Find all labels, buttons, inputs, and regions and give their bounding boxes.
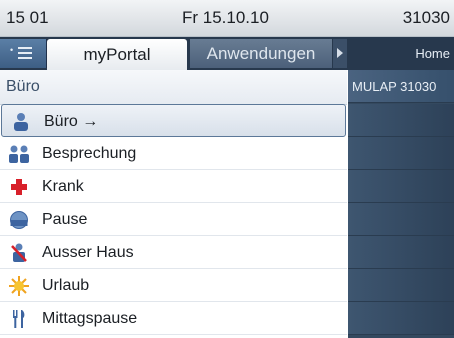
status-extension: 15 01: [6, 8, 49, 27]
menu-item-label: Mittagspause: [42, 310, 138, 327]
menu-item-mittagspause[interactable]: Mittagspause: [0, 302, 347, 335]
menu-item-krank[interactable]: Krank: [0, 170, 347, 203]
menu-item-label: Pause: [42, 211, 88, 228]
tab-anwendungen[interactable]: Anwendungen: [190, 39, 332, 68]
vacation-sun-icon: [9, 276, 29, 296]
side-row[interactable]: [348, 269, 454, 302]
side-row-mulap[interactable]: MULAP 31030: [348, 70, 454, 103]
panel-title: Büro: [0, 70, 347, 105]
side-row-label: MULAP 31030: [352, 79, 437, 94]
menu-tab-button[interactable]: •: [0, 39, 47, 68]
chevron-right-icon: [337, 48, 343, 58]
tab-bar: • myPortal Anwendungen Home: [0, 37, 454, 70]
out-of-office-icon: [11, 243, 27, 262]
side-panel: MULAP 31030: [348, 70, 454, 338]
side-row[interactable]: [348, 104, 454, 137]
side-row[interactable]: [348, 203, 454, 236]
side-row[interactable]: [348, 170, 454, 203]
menu-item-ausser-haus[interactable]: Ausser Haus: [0, 236, 347, 269]
menu-item-besprechung[interactable]: Besprechung: [0, 137, 347, 170]
office-person-icon: [14, 113, 28, 131]
menu-item-label: Büro →: [44, 113, 99, 130]
menu-item-urlaub[interactable]: Urlaub: [0, 269, 347, 302]
status-datetime: Fr 15.10.10: [182, 8, 269, 27]
sick-cross-icon: [11, 179, 27, 195]
status-menu-panel: Büro Büro → Besprechung Krank Pause Auss…: [0, 70, 347, 338]
status-bar: 15 01 Fr 15.10.10 31030: [0, 0, 454, 37]
menu-item-label: Ausser Haus: [42, 244, 134, 261]
menu-item-label: Urlaub: [42, 277, 90, 294]
phone-display: 15 01 Fr 15.10.10 31030 • myPortal Anwen…: [0, 0, 454, 338]
side-row[interactable]: [348, 302, 454, 335]
side-home-label: Home: [415, 46, 450, 61]
menu-item-buero[interactable]: Büro →: [1, 104, 346, 137]
meeting-people-icon: [9, 145, 29, 163]
tab-myportal[interactable]: myPortal: [47, 39, 187, 70]
tab-scroll-right-button[interactable]: [333, 39, 347, 68]
side-row[interactable]: [348, 236, 454, 269]
menu-item-pause[interactable]: Pause: [0, 203, 347, 236]
menu-item-label: Krank: [42, 178, 84, 195]
menu-icon: [18, 47, 32, 59]
menu-dot-icon: •: [10, 45, 14, 55]
status-number: 31030: [402, 8, 450, 27]
side-row[interactable]: [348, 137, 454, 170]
menu-item-label: Besprechung: [42, 145, 137, 162]
lunch-cutlery-icon: [13, 310, 25, 328]
pause-clock-icon: [10, 211, 28, 229]
